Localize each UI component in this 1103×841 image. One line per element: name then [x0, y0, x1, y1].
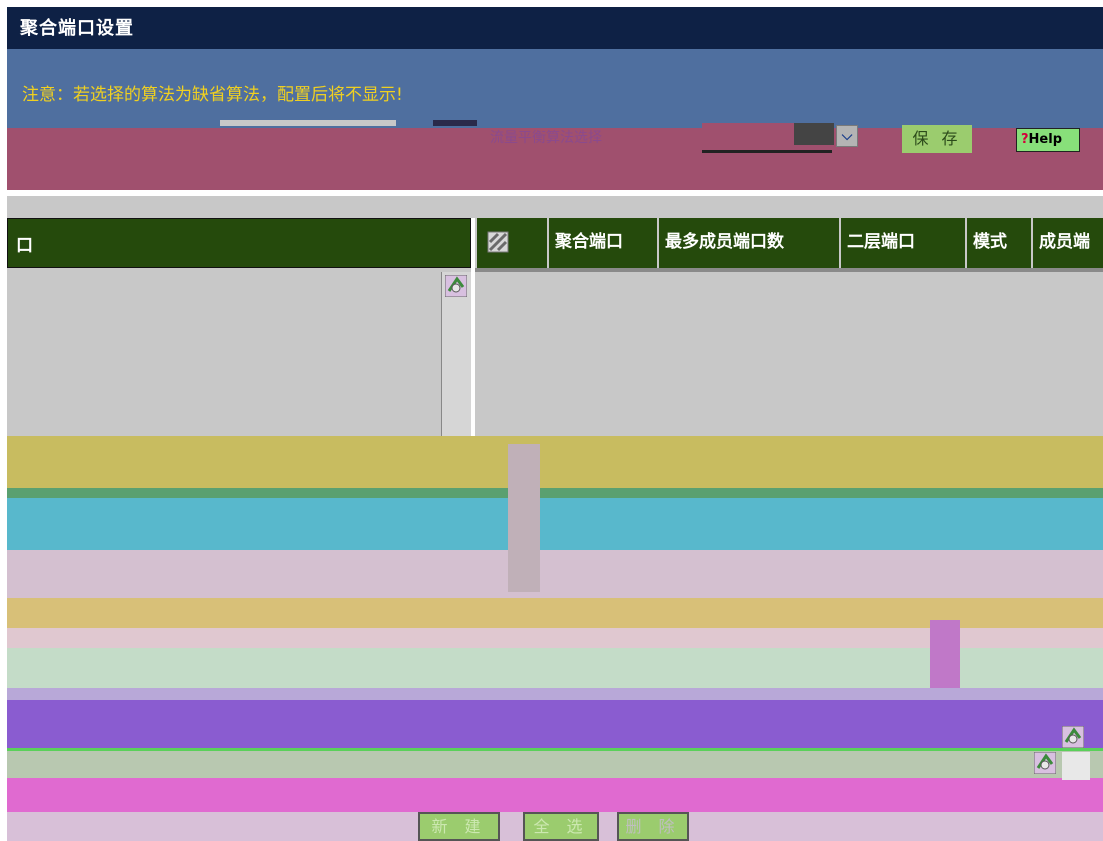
artifact-band: [7, 550, 1103, 598]
port-list-body: [7, 268, 471, 438]
scroll-icon[interactable]: [1034, 752, 1056, 774]
artifact-band: [7, 688, 1103, 700]
column-header-layer2-port[interactable]: 二层端口: [839, 218, 965, 268]
artifact-band: [7, 436, 1103, 488]
column-header-aggregate-port[interactable]: 聚合端口: [547, 218, 657, 268]
port-list-header: 口: [7, 218, 471, 268]
artifact-band: [7, 498, 1103, 550]
column-header-max-members[interactable]: 最多成员端口数: [657, 218, 839, 268]
page-title: 聚合端口设置: [20, 18, 134, 39]
select-all-checkbox-cell[interactable]: [475, 218, 547, 268]
help-button[interactable]: ?Help: [1016, 128, 1080, 152]
artifact-band: [7, 700, 1103, 748]
question-icon: ?: [1021, 132, 1029, 147]
aggregate-table-header: 聚合端口 最多成员端口数 二层端口 模式 成员端: [475, 218, 1103, 268]
scroll-icon[interactable]: [1062, 726, 1084, 748]
artifact-band: [7, 778, 1103, 812]
toolbar-strip: [433, 120, 477, 126]
aggregate-table-body: [475, 272, 1103, 442]
select-all-button[interactable]: 全 选: [523, 812, 599, 841]
port-list-scrollbar[interactable]: [441, 272, 471, 442]
delete-button[interactable]: 删 除: [617, 812, 689, 841]
artifact-band: [930, 620, 960, 688]
toolbar-strip: [220, 120, 396, 126]
save-button[interactable]: 保 存: [902, 125, 972, 153]
chevron-down-icon[interactable]: ⌵: [836, 125, 858, 147]
artifact-band: [7, 488, 1103, 498]
checkbox-icon[interactable]: [487, 231, 509, 253]
scroll-icon[interactable]: [445, 275, 467, 297]
column-header-member-ports[interactable]: 成员端: [1031, 218, 1103, 268]
algorithm-select[interactable]: ⌵: [702, 123, 860, 153]
title-bar: [7, 7, 1103, 49]
new-button[interactable]: 新 建: [418, 812, 500, 841]
notice-text: 注意：若选择的算法为缺省算法，配置后将不显示!: [22, 85, 403, 105]
column-header-mode[interactable]: 模式: [965, 218, 1031, 268]
artifact-band: [1062, 752, 1090, 780]
artifact-band: [508, 444, 540, 592]
help-label: Help: [1028, 132, 1063, 147]
port-list-header-label: 口: [16, 236, 33, 256]
artifact-band: [7, 748, 1103, 781]
algorithm-select-value: [794, 123, 834, 145]
algorithm-label: 流量平衡算法选择: [490, 130, 602, 146]
separator: [7, 196, 1103, 218]
